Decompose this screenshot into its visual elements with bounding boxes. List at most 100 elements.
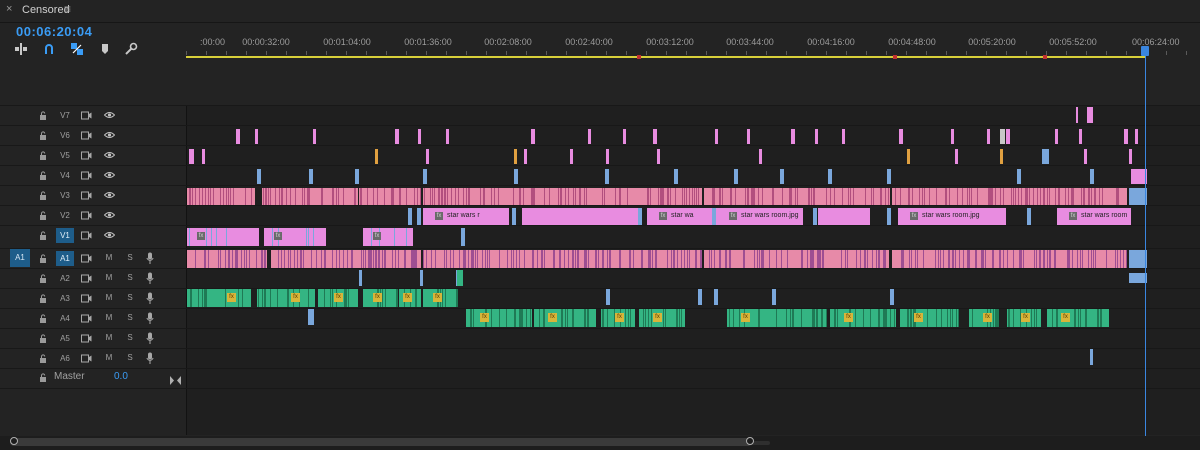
audio-clip[interactable] [890,289,894,305]
audio-clip[interactable] [457,270,463,286]
solo-button[interactable]: S [125,252,135,264]
track-name[interactable]: A3 [56,291,74,306]
audio-clip[interactable]: fx [363,289,398,307]
master-volume-value[interactable]: 0.0 [114,371,128,382]
video-clip[interactable] [1006,129,1010,144]
audio-clip[interactable] [420,270,423,286]
sequence-tab-title[interactable]: Censored [22,4,70,16]
mute-button[interactable]: M [104,312,114,324]
adjustment-clip[interactable] [423,169,427,184]
adjustment-clip[interactable] [512,208,516,226]
video-clip[interactable] [395,129,399,144]
video-clip[interactable] [375,149,378,164]
audio-clip[interactable] [772,289,776,305]
video-clip[interactable] [715,129,718,144]
source-patch-a1[interactable]: A1 [10,249,30,267]
voice-over-mic-icon[interactable] [146,272,154,284]
video-clip[interactable] [418,129,421,144]
track-name[interactable]: V6 [56,128,74,143]
solo-button[interactable]: S [125,352,135,364]
audio-clip[interactable] [359,270,362,286]
sync-lock-icon[interactable] [81,111,92,120]
audio-clip[interactable]: fx [900,309,959,327]
audio-clip[interactable]: fx [727,309,828,327]
video-clip[interactable] [1084,149,1087,164]
video-clip[interactable] [359,188,421,206]
mute-button[interactable]: M [104,332,114,344]
sync-lock-icon[interactable] [81,151,92,160]
video-clip[interactable] [524,149,527,164]
video-clip[interactable] [899,129,903,144]
video-clip[interactable] [704,188,890,206]
video-clip[interactable]: fx [264,228,326,246]
track-name[interactable]: A6 [56,351,74,366]
audio-clip[interactable]: fx [187,289,251,307]
video-clip[interactable] [1079,129,1082,144]
video-clip[interactable]: fx [363,228,413,246]
time-ruler[interactable]: :00:00 00:00:32:00 00:01:04:00 00:01:36:00 0… [186,24,1200,60]
lock-track-icon[interactable] [39,254,48,263]
track-name[interactable]: V5 [56,148,74,163]
video-clip[interactable] [1135,129,1138,144]
video-clip[interactable] [907,149,910,164]
sequence-marker[interactable] [893,55,897,59]
video-clip[interactable] [446,129,449,144]
lock-track-icon[interactable] [39,274,48,283]
audio-clip[interactable] [271,250,421,268]
video-clip[interactable] [570,149,573,164]
adjustment-clip[interactable] [828,169,832,184]
audio-clip[interactable]: fx [1047,309,1109,327]
voice-over-mic-icon[interactable] [146,292,154,304]
audio-clip[interactable] [1049,250,1128,268]
track-name[interactable]: V2 [56,208,74,223]
audio-clip[interactable] [606,289,610,305]
playhead-timecode[interactable]: 00:06:20:04 [16,24,92,39]
track-name[interactable]: V7 [56,108,74,123]
audio-clip[interactable]: fx [423,289,458,307]
close-tab-icon[interactable]: × [6,3,12,15]
lock-track-icon[interactable] [39,171,48,180]
adjustment-clip[interactable] [408,208,412,226]
add-marker-icon[interactable] [98,42,112,56]
video-clip[interactable] [791,129,795,144]
toggle-output-eye-icon[interactable] [104,111,115,119]
video-clip[interactable] [1129,149,1132,164]
video-clip[interactable] [747,129,750,144]
playhead-handle[interactable] [1141,46,1149,56]
audio-clip[interactable]: fx [399,289,421,307]
image-clip[interactable]: fx star wars r [423,208,509,226]
insert-edit-icon[interactable] [14,42,28,56]
track-area[interactable]: fx star wars r fx star wa fx star wars room.j… [187,105,1200,435]
video-clip[interactable] [1000,149,1003,164]
sync-lock-icon[interactable] [81,294,92,303]
video-clip[interactable] [892,188,1050,206]
video-clip[interactable] [588,129,591,144]
video-clip[interactable] [313,129,316,144]
lock-track-icon[interactable] [39,231,48,240]
adjustment-clip[interactable] [734,169,738,184]
sequence-marker[interactable] [1043,55,1047,59]
audio-clip[interactable]: fx [318,289,358,307]
video-clip[interactable] [423,188,702,206]
adjustment-clip[interactable] [1042,149,1049,164]
mute-button[interactable]: M [104,272,114,284]
audio-clip[interactable] [308,309,314,325]
solo-button[interactable]: S [125,272,135,284]
video-clip[interactable] [955,149,958,164]
sync-lock-icon[interactable] [81,314,92,323]
video-clip[interactable] [1076,107,1078,123]
audio-clip[interactable]: fx [639,309,685,327]
sync-lock-icon[interactable] [81,334,92,343]
video-clip[interactable] [189,149,194,164]
video-clip[interactable] [202,149,205,164]
image-clip[interactable]: fx star wars room [1057,208,1131,226]
sync-lock-icon[interactable] [81,254,92,263]
video-clip[interactable] [262,188,358,206]
adjustment-clip[interactable] [638,208,642,226]
track-name[interactable]: A5 [56,331,74,346]
video-clip[interactable] [623,129,626,144]
adjustment-clip[interactable] [1017,169,1021,184]
video-clip[interactable] [759,149,762,164]
audio-clip[interactable]: fx [466,309,532,327]
adjustment-clip[interactable] [417,208,421,226]
